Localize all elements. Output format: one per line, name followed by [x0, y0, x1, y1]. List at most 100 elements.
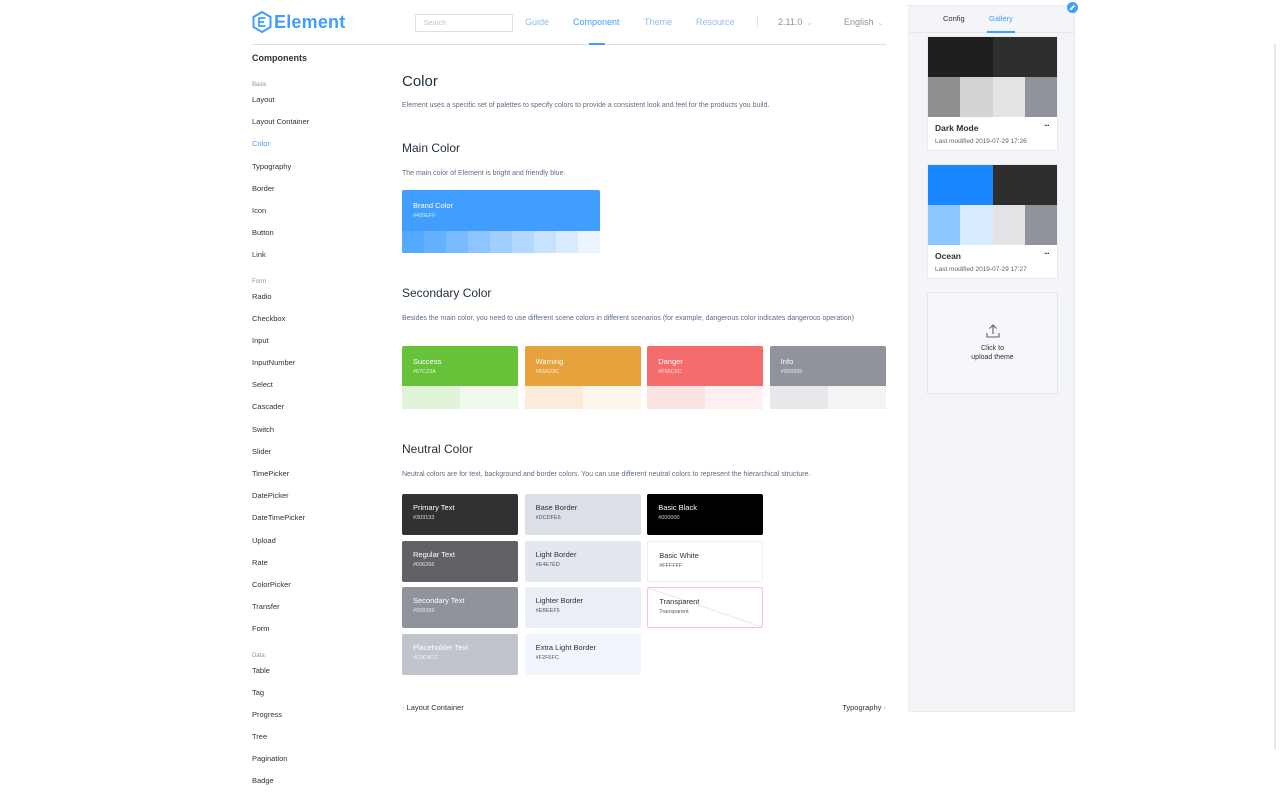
sidebar-group-form: Form [252, 278, 372, 286]
sidebar-item-border[interactable]: Border [252, 178, 372, 200]
sidebar-item-inputnumber[interactable]: InputNumber [252, 352, 372, 374]
sidebar-item-button[interactable]: Button [252, 222, 372, 244]
swatch-name: Warning [536, 357, 564, 366]
edit-theme-button[interactable] [1067, 2, 1078, 13]
swatch-hex: #F2F6FC [536, 655, 559, 661]
brand-stripe-cell [446, 231, 468, 253]
theme-color-block [928, 37, 993, 77]
sidebar-item-icon[interactable]: Icon [252, 200, 372, 222]
sidebar-item-checkbox[interactable]: Checkbox [252, 308, 372, 330]
nav-theme[interactable]: Theme [644, 17, 672, 27]
upload-icon [985, 323, 1001, 339]
sidebar-item-switch[interactable]: Switch [252, 419, 372, 441]
sidebar-item-layout[interactable]: Layout [252, 89, 372, 111]
element-logo[interactable]: Element [252, 11, 345, 33]
swatch-light-variants [770, 386, 886, 409]
theme-color-block [928, 205, 960, 245]
swatch-name: Transparent [659, 597, 699, 606]
swatch-hex: #606266 [413, 562, 434, 568]
theme-color-block [993, 37, 1058, 77]
more-icon[interactable]: ··· [1044, 249, 1049, 258]
prev-page-label: Layout Container [407, 703, 464, 712]
more-icon[interactable]: ··· [1044, 121, 1049, 130]
theme-card-ocean[interactable]: Ocean···Last modified 2019-07-29 17:27 [927, 164, 1058, 279]
sidebar-item-slider[interactable]: Slider [252, 441, 372, 463]
chevron-down-icon: ⌄ [878, 20, 884, 27]
sidebar-item-upload[interactable]: Upload [252, 530, 372, 552]
brand-stripe-cell [402, 231, 424, 253]
theme-modified: Last modified 2019-07-29 17:26 [935, 138, 1027, 145]
nav-divider [757, 17, 758, 27]
sidebar-item-tree[interactable]: Tree [252, 726, 372, 748]
main-color-desc: The main color of Element is bright and … [402, 168, 886, 179]
secondary-swatch-danger: Danger#F56C6C [647, 346, 763, 409]
brand-stripe-cell [534, 231, 556, 253]
brand-stripe-cell [556, 231, 578, 253]
next-page-link[interactable]: Typography › [842, 703, 886, 712]
prev-page-link[interactable]: ‹ Layout Container [402, 703, 464, 712]
swatch-hex: #FFFFFF [659, 563, 682, 569]
swatch-name: Regular Text [413, 550, 455, 559]
neutral-color-desc: Neutral colors are for text, background … [402, 469, 886, 480]
sidebar-item-color[interactable]: Color [252, 133, 372, 155]
secondary-swatch-success: Success#67C23A [402, 346, 518, 409]
swatch-hex: #EBEEF5 [536, 608, 560, 614]
sidebar-item-rate[interactable]: Rate [252, 552, 372, 574]
swatch-name: Placeholder Text [413, 643, 468, 652]
sidebar-item-typography[interactable]: Typography [252, 156, 372, 178]
theme-color-block [960, 77, 992, 117]
sidebar-item-input[interactable]: Input [252, 330, 372, 352]
swatch-hex: #303133 [413, 515, 434, 521]
swatch-hex: #E6A23C [536, 369, 560, 375]
sidebar-item-tag[interactable]: Tag [252, 682, 372, 704]
sidebar-item-form[interactable]: Form [252, 618, 372, 640]
sidebar-item-transfer[interactable]: Transfer [252, 596, 372, 618]
sidebar-item-table[interactable]: Table [252, 660, 372, 682]
swatch-light-variants [402, 386, 518, 409]
version-label: 2.11.0 [778, 17, 802, 27]
scrollbar[interactable] [1274, 44, 1276, 749]
logo-text: Element [274, 12, 345, 33]
nav-resource[interactable]: Resource [696, 17, 735, 27]
top-header: Element Guide Component Theme Resource 2… [252, 0, 886, 45]
sidebar-item-timepicker[interactable]: TimePicker [252, 463, 372, 485]
sidebar-item-colorpicker[interactable]: ColorPicker [252, 574, 372, 596]
sidebar-item-cascader[interactable]: Cascader [252, 396, 372, 418]
neutral-color-heading: Neutral Color [402, 442, 473, 456]
swatch-name: Base Border [536, 503, 578, 512]
nav-guide[interactable]: Guide [525, 17, 549, 27]
sidebar-item-datepicker[interactable]: DatePicker [252, 485, 372, 507]
swatch-light-variants [525, 386, 641, 409]
theme-color-block [928, 77, 960, 117]
sidebar-item-select[interactable]: Select [252, 374, 372, 396]
upload-theme-button[interactable]: Click to upload theme [927, 292, 1058, 394]
page-intro: Element uses a specific set of palettes … [402, 100, 886, 111]
sidebar-item-pagination[interactable]: Pagination [252, 748, 372, 770]
language-select[interactable]: English⌄ [844, 17, 883, 27]
sidebar-item-link[interactable]: Link [252, 244, 372, 266]
sidebar-item-datetimepicker[interactable]: DateTimePicker [252, 507, 372, 529]
sidebar-item-progress[interactable]: Progress [252, 704, 372, 726]
tab-gallery[interactable]: Gallery [989, 14, 1013, 23]
brand-color-swatch: Brand Color #409EFF [402, 190, 600, 253]
tab-config[interactable]: Config [943, 14, 965, 23]
sidebar-item-radio[interactable]: Radio [252, 286, 372, 308]
sidebar-item-badge[interactable]: Badge [252, 770, 372, 792]
page-title: Color [402, 73, 438, 90]
swatch-name: Extra Light Border [536, 643, 596, 652]
upload-text-line1: Click to [928, 344, 1057, 353]
pencil-icon [1069, 4, 1076, 11]
theme-color-block [1025, 205, 1057, 245]
theme-color-block [993, 205, 1025, 245]
swatch-name: Basic White [659, 551, 699, 560]
nav-active-indicator [589, 43, 605, 45]
sidebar-item-layout-container[interactable]: Layout Container [252, 111, 372, 133]
theme-card-dark-mode[interactable]: Dark Mode···Last modified 2019-07-29 17:… [927, 36, 1058, 151]
search-input[interactable] [415, 14, 513, 32]
swatch-name: Success [413, 357, 441, 366]
nav-component[interactable]: Component [573, 17, 620, 27]
neutral-swatch-base-border: Base Border#DCDFE6 [525, 494, 641, 535]
version-select[interactable]: 2.11.0⌄ [778, 17, 812, 27]
light-variant-cell [647, 386, 705, 409]
swatch-name: Primary Text [413, 503, 455, 512]
